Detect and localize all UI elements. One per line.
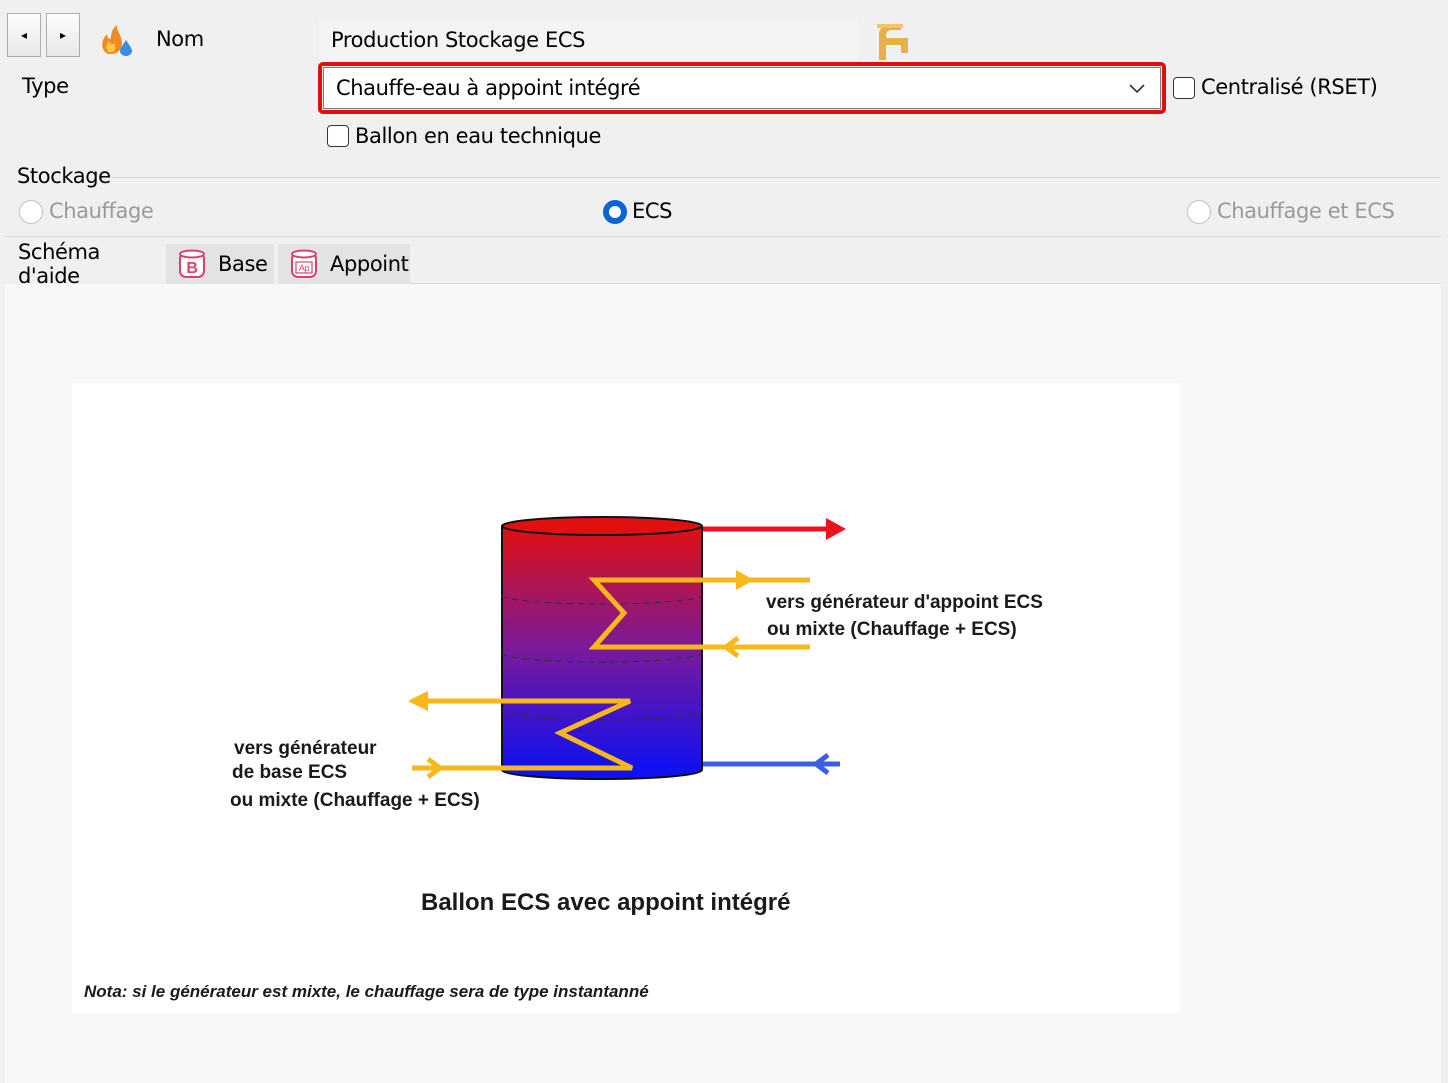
svg-text:B: B <box>186 260 197 277</box>
tab-base[interactable]: B Base <box>166 244 274 284</box>
next-button[interactable]: ▸ <box>46 13 80 57</box>
type-label: Type <box>22 74 69 98</box>
help-diagram: vers générateur d'appoint ECS ou mixte (… <box>72 383 1180 1013</box>
svg-text:Ap: Ap <box>299 263 310 273</box>
appoint-ap-icon: Ap <box>291 249 317 278</box>
radio-ecs[interactable] <box>603 200 627 224</box>
tab-schema-aide[interactable]: Schéma d'aide <box>6 240 164 288</box>
flame-water-icon <box>102 25 132 56</box>
diagram-note: Nota: si le générateur est mixte, le cha… <box>84 982 649 1001</box>
stockage-divider <box>110 177 1440 178</box>
right-label-line1: vers générateur d'appoint ECS <box>766 592 1043 613</box>
faucet-icon <box>877 24 908 60</box>
radio-chauffage-ecs-label: Chauffage et ECS <box>1217 199 1395 223</box>
radio-ecs-label: ECS <box>632 199 673 223</box>
name-label: Nom <box>156 27 204 51</box>
cold-water-inlet-arrow <box>702 753 840 775</box>
type-select[interactable]: Chauffe-eau à appoint intégré <box>323 67 1161 109</box>
ballon-eau-technique-label: Ballon en eau technique <box>355 124 601 148</box>
right-label-line2: ou mixte (Chauffage + ECS) <box>767 619 1017 640</box>
left-label-line2: de base ECS <box>232 762 347 783</box>
base-b-icon: B <box>179 249 205 278</box>
stockage-title: Stockage <box>17 164 111 188</box>
radio-chauffage-ecs[interactable] <box>1187 200 1211 224</box>
left-label-line1: vers générateur <box>234 738 377 759</box>
diagram-title: Ballon ECS avec appoint intégré <box>421 889 790 916</box>
tab-appoint[interactable]: Ap Appoint <box>278 244 410 284</box>
hot-water-outlet-arrow <box>700 518 846 540</box>
previous-button[interactable]: ◂ <box>7 13 41 57</box>
radio-chauffage[interactable] <box>19 200 43 224</box>
diagram-canvas: vers générateur d'appoint ECS ou mixte (… <box>84 516 1043 1001</box>
radio-chauffage-label: Chauffage <box>49 199 154 223</box>
name-field[interactable]: Production Stockage ECS <box>319 20 859 60</box>
chevron-down-icon <box>1129 84 1145 94</box>
ballon-eau-technique-checkbox[interactable] <box>327 125 349 147</box>
centralise-label: Centralisé (RSET) <box>1201 75 1378 99</box>
left-label-line3: ou mixte (Chauffage + ECS) <box>230 790 480 811</box>
options-divider <box>5 236 1441 237</box>
centralise-checkbox[interactable] <box>1173 77 1195 99</box>
